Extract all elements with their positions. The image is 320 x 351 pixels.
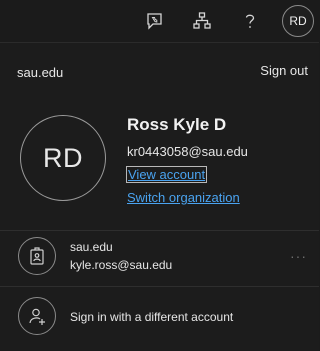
profile-initials: RD	[43, 142, 83, 173]
profile-name: Ross Kyle D	[127, 115, 227, 134]
id-badge-icon[interactable]	[18, 237, 56, 275]
switch-organization-link[interactable]: Switch organization	[127, 190, 240, 205]
top-bar: RD	[0, 0, 319, 42]
profile-avatar: RD	[20, 115, 106, 201]
account-panel: sau.edu Sign out RD Ross Kyle D kr044305…	[0, 42, 319, 351]
sign-in-different-account[interactable]: Sign in with a different account	[70, 310, 233, 324]
help-icon[interactable]	[237, 8, 263, 34]
add-person-icon[interactable]	[18, 297, 56, 335]
divider	[0, 230, 319, 231]
profile-email: kr0443058@sau.edu	[127, 144, 248, 159]
other-account-email[interactable]: kyle.ross@sau.edu	[70, 258, 172, 272]
view-account-link[interactable]: View account	[126, 166, 208, 183]
organization-name: sau.edu	[17, 65, 64, 80]
divider	[0, 286, 319, 287]
account-avatar-button[interactable]: RD	[282, 5, 314, 37]
more-options-button[interactable]: ···	[290, 248, 307, 264]
feedback-icon[interactable]	[141, 8, 167, 34]
other-account-org[interactable]: sau.edu	[70, 240, 113, 254]
sign-out-link[interactable]: Sign out	[260, 63, 308, 78]
org-chart-icon[interactable]	[189, 8, 215, 34]
avatar-initials: RD	[289, 14, 307, 28]
